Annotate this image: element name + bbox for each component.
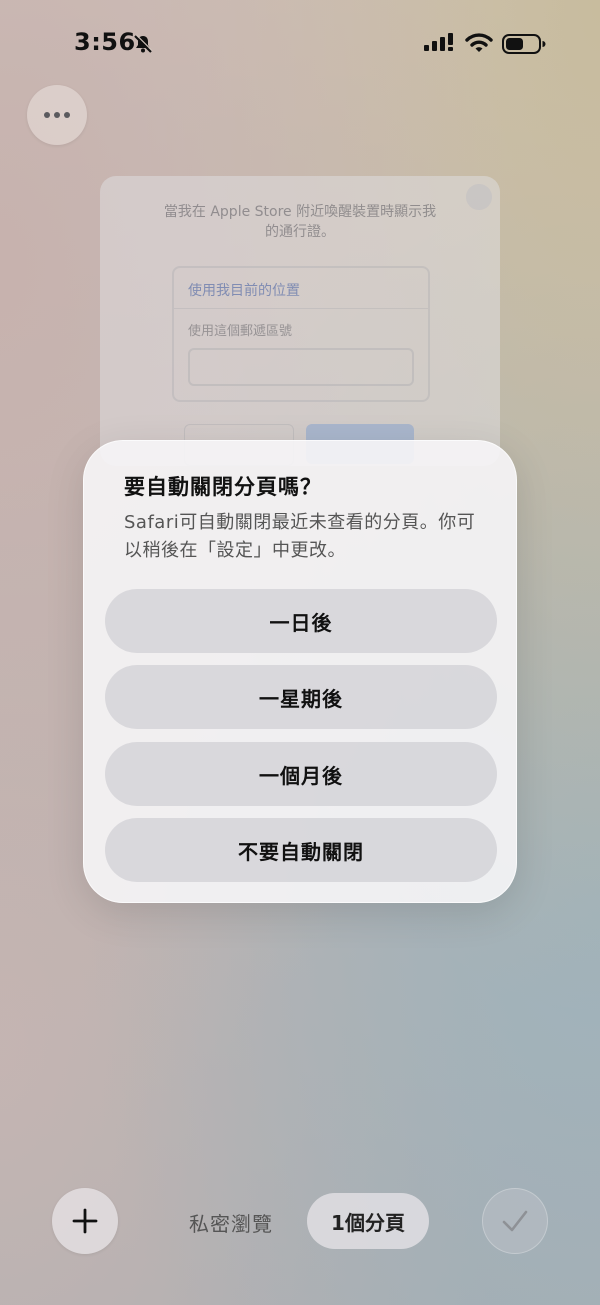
- tab-prompt-text: 當我在 Apple Store 附近喚醒裝置時顯示我的通行證。: [163, 204, 437, 240]
- location-options-box: 使用我目前的位置 使用這個郵遞區號: [172, 266, 430, 402]
- tab-thumbnail[interactable]: 當我在 Apple Store 附近喚醒裝置時顯示我的通行證。 使用我目前的位置…: [100, 176, 500, 466]
- alert-title: 要自動關閉分頁嗎？: [124, 475, 322, 499]
- wifi-icon: [465, 33, 493, 52]
- option-zip-code: 使用這個郵遞區號: [188, 324, 293, 339]
- bell-slash-icon: [134, 34, 153, 53]
- alert-message: Safari可自動關閉最近未查看的分頁。你可以稍後在「設定」中更改。: [124, 512, 476, 561]
- plus-icon: [72, 1208, 98, 1234]
- ellipsis-icon: [44, 112, 70, 118]
- zip-code-input: [188, 348, 414, 386]
- battery-icon: [502, 34, 546, 54]
- done-button[interactable]: [482, 1188, 548, 1254]
- auto-close-tabs-alert: 要自動關閉分頁嗎？ Safari可自動關閉最近未查看的分頁。你可以稍後在「設定」…: [83, 440, 517, 903]
- option-never-auto-close-button[interactable]: 不要自動關閉: [105, 818, 497, 882]
- option-after-one-day-button[interactable]: 一日後: [105, 589, 497, 653]
- add-tab-button[interactable]: [52, 1188, 118, 1254]
- option-after-one-week-button[interactable]: 一星期後: [105, 665, 497, 729]
- status-time: 3:56: [74, 28, 136, 56]
- checkmark-icon: [502, 1210, 528, 1232]
- status-bar: 3:56: [0, 0, 600, 90]
- tab-count-button[interactable]: 1個分頁: [307, 1193, 429, 1249]
- divider: [174, 308, 428, 309]
- option-current-location: 使用我目前的位置: [188, 283, 300, 299]
- cellular-signal-icon: [424, 33, 453, 51]
- option-after-one-month-button[interactable]: 一個月後: [105, 742, 497, 806]
- more-options-button[interactable]: [27, 85, 87, 145]
- private-browsing-tab-group[interactable]: 私密瀏覽: [189, 1208, 273, 1237]
- tab-close-button[interactable]: [466, 184, 492, 210]
